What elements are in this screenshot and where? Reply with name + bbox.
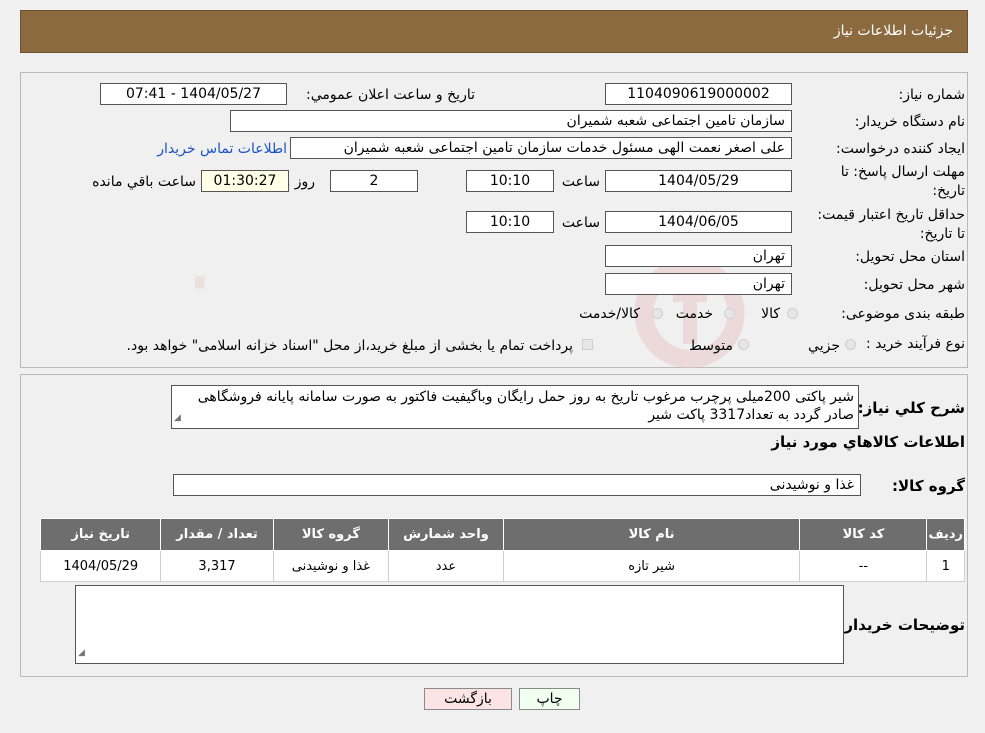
validity-time-label: ساعت <box>561 215 600 231</box>
goods-section-title: اطلاعات کالاهاي مورد نياز <box>771 433 965 451</box>
page-title: جزئیات اطلاعات نیاز <box>833 23 953 39</box>
col-need-date: تاریخ نیاز <box>39 518 162 551</box>
cell-item-code: -- <box>799 550 928 582</box>
col-row-number: رديف <box>926 518 965 551</box>
category-goods-radio[interactable] <box>787 308 798 319</box>
process-label: نوع فرآیند خرید : <box>866 336 965 352</box>
process-note: پرداخت تمام یا بخشی از مبلغ خرید،از محل … <box>126 338 573 354</box>
buyer-notes-label: توضیحات خریدار: <box>838 616 965 634</box>
remaining-time-label: ساعت باقي مانده <box>92 174 196 190</box>
category-goods-service-label: کالا/خدمت <box>579 306 640 322</box>
cell-need-date: 1404/05/29 <box>39 550 162 582</box>
cell-item-name: شیر تازه <box>502 550 801 582</box>
category-service-radio[interactable] <box>724 308 735 319</box>
deadline-time-label: ساعت <box>561 174 600 190</box>
table-row: 1 -- شیر تازه عدد غذا و نوشیدنی 3,317 14… <box>39 550 965 582</box>
col-item-code: کد کالا <box>799 518 928 551</box>
col-item-group: گروه کالا <box>272 518 390 551</box>
deadline-date-field: 1404/05/29 <box>605 170 792 192</box>
buyer-org-field: سازمان تامین اجتماعی شعبه شمیران <box>230 110 792 132</box>
need-number-field: 1104090619000002 <box>605 83 792 105</box>
process-medium-radio[interactable] <box>738 339 749 350</box>
category-goods-label: کالا <box>761 306 780 322</box>
description-label: شرح کلي نياز: <box>857 399 965 417</box>
buyer-org-label: نام دستگاه خریدار: <box>854 114 965 130</box>
validity-date-field: 1404/06/05 <box>605 211 792 233</box>
process-medium-label: متوسط <box>689 338 733 354</box>
col-item-name: نام کالا <box>502 518 801 551</box>
process-treasury-checkbox[interactable] <box>582 339 593 350</box>
need-number-label: شماره نیاز: <box>898 87 966 103</box>
deadline-time-field: 10:10 <box>466 170 554 192</box>
category-label: طبقه بندی موضوعی: <box>841 306 965 322</box>
cell-item-group: غذا و نوشیدنی <box>272 550 390 582</box>
print-button[interactable]: چاپ <box>519 688 580 710</box>
goods-group-field: غذا و نوشیدنی <box>173 474 861 496</box>
description-text: شیر پاکتی 200میلی پرچرب مرغوب تاریخ به ر… <box>197 389 854 423</box>
days-field: 2 <box>330 170 418 192</box>
creator-field: علی اصغر نعمت الهی مسئول خدمات سازمان تا… <box>290 137 792 159</box>
resize-grip-icon[interactable]: ◢ <box>174 409 181 427</box>
description-textarea: شیر پاکتی 200میلی پرچرب مرغوب تاریخ به ر… <box>171 385 859 429</box>
validity-time-field: 10:10 <box>466 211 554 233</box>
col-unit: واحد شمارش <box>388 518 504 551</box>
city-label: شهر محل تحویل: <box>863 277 965 293</box>
announce-datetime-field: 1404/05/27 - 07:41 <box>100 83 287 105</box>
cell-quantity: 3,317 <box>160 550 274 582</box>
resize-grip-icon[interactable]: ◢ <box>78 644 85 662</box>
goods-group-label: گروه کالا: <box>892 477 965 495</box>
deadline-label: مهلت ارسال پاسخ: تا تاریخ: <box>840 164 965 199</box>
process-minor-radio[interactable] <box>845 339 856 350</box>
creator-label: ایجاد کننده درخواست: <box>836 141 965 157</box>
buyer-contact-link[interactable]: اطلاعات تماس خریدار <box>157 139 287 159</box>
category-service-label: خدمت <box>675 306 713 322</box>
process-minor-label: جزيي <box>808 338 840 354</box>
col-quantity: تعداد / مقدار <box>160 518 274 551</box>
cell-row-number: 1 <box>926 550 965 582</box>
category-goods-service-radio[interactable] <box>652 308 663 319</box>
back-button[interactable]: بازگشت <box>424 688 512 710</box>
city-field: تهران <box>605 273 792 295</box>
cell-unit: عدد <box>388 550 504 582</box>
province-field: تهران <box>605 245 792 267</box>
announce-datetime-label: تاریخ و ساعت اعلان عمومي: <box>306 87 475 103</box>
validity-label: حداقل تاریخ اعتبار قیمت: تا تاریخ: <box>817 207 965 242</box>
remaining-time-field: 01:30:27 <box>201 170 289 192</box>
buyer-notes-textarea[interactable]: ◢ <box>75 585 844 664</box>
goods-table: رديف کد کالا نام کالا واحد شمارش گروه کا… <box>39 518 965 582</box>
province-label: استان محل تحویل: <box>855 249 965 265</box>
goods-table-header: رديف کد کالا نام کالا واحد شمارش گروه کا… <box>39 518 965 551</box>
page-header: جزئیات اطلاعات نیاز <box>20 10 968 53</box>
